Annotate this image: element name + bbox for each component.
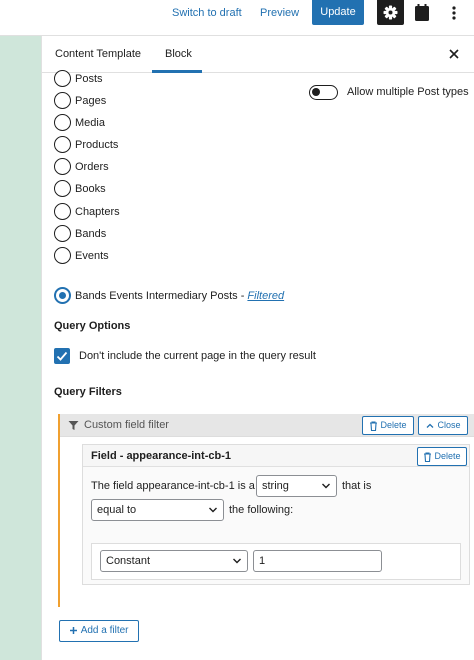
sidebar-tabs: Content Template Block [42, 36, 474, 73]
allow-multiple-post-types-label: Allow multiple Post types [347, 86, 469, 98]
filtered-link[interactable]: Filtered [247, 290, 284, 302]
chevron-down-icon [209, 507, 217, 513]
radio-button[interactable] [54, 136, 71, 153]
selected-type-label: Bands Events Intermediary Posts [75, 290, 238, 302]
query-options-title: Query Options [54, 320, 131, 332]
close-icon [449, 49, 459, 59]
radio-button-checked[interactable] [54, 287, 71, 304]
query-filters-title: Query Filters [54, 386, 122, 398]
active-tab-indicator [152, 70, 202, 73]
radio-label: Orders [75, 161, 109, 173]
plus-icon [70, 626, 78, 634]
radio-button[interactable] [54, 180, 71, 197]
toggle-knob [312, 88, 320, 96]
field-sentence-prefix: The field appearance-int-cb-1 is a [91, 480, 255, 492]
editor-canvas-edge [0, 36, 41, 660]
radio-button[interactable] [54, 225, 71, 242]
field-type-value: string [262, 480, 289, 492]
update-button[interactable]: Update [312, 0, 364, 25]
radio-label: Products [75, 139, 119, 151]
funnel-icon [68, 421, 79, 430]
radio-button[interactable] [54, 114, 71, 131]
add-filter-label: Add a filter [80, 625, 129, 636]
field-header: Field - appearance-int-cb-1 Delete [83, 445, 469, 467]
chevron-down-icon [322, 483, 330, 489]
field-condition-box: Field - appearance-int-cb-1 Delete The f… [82, 444, 470, 585]
exclude-current-page-checkbox[interactable] [54, 348, 70, 364]
comparison-select[interactable]: equal to [91, 499, 224, 521]
radio-label: Chapters [75, 206, 120, 218]
radio-button[interactable] [54, 247, 71, 264]
more-vertical-icon [452, 6, 456, 20]
more-options-button[interactable] [446, 2, 462, 24]
filter-delete-button[interactable]: Delete [362, 416, 414, 435]
filter-title: Custom field filter [84, 419, 169, 431]
preview-button[interactable]: Preview [260, 0, 299, 26]
radio-button[interactable] [54, 70, 71, 87]
allow-multiple-post-types-toggle[interactable] [309, 85, 338, 100]
radio-label: Bands [75, 228, 107, 240]
editor-top-bar: Switch to draft Preview Update [0, 0, 474, 36]
radio-label: Books [75, 183, 106, 195]
value-input-text: 1 [259, 555, 266, 567]
radio-button[interactable] [54, 203, 71, 220]
calendar-button[interactable] [412, 2, 432, 24]
radio-label: Events [75, 250, 109, 262]
custom-field-filter-panel: Custom field filter Delete Close Field -… [58, 414, 474, 607]
field-type-select[interactable]: string [256, 475, 337, 497]
value-input[interactable]: 1 [253, 550, 382, 572]
close-sidebar-button[interactable] [446, 46, 462, 62]
filter-close-label: Close [437, 420, 461, 430]
filter-header: Custom field filter Delete Close [60, 414, 474, 437]
radio-button[interactable] [54, 92, 71, 109]
comparison-value: equal to [97, 504, 137, 516]
chevron-up-icon [426, 423, 434, 428]
field-delete-label: Delete [434, 451, 461, 461]
filter-delete-label: Delete [380, 420, 407, 430]
value-source-value: Constant [106, 555, 151, 567]
radio-label: Pages [75, 95, 107, 107]
settings-button[interactable] [377, 0, 404, 25]
radio-label: Bands Events Intermediary Posts - Filter… [75, 286, 284, 306]
tab-content-template[interactable]: Content Template [55, 36, 141, 73]
switch-to-draft-button[interactable]: Switch to draft [172, 0, 242, 26]
filter-close-button[interactable]: Close [418, 416, 468, 435]
radio-button[interactable] [54, 158, 71, 175]
calendar-icon [415, 4, 429, 21]
settings-sidebar: Content Template Block Posts Pages Media… [41, 36, 474, 660]
trash-icon [370, 421, 377, 431]
chevron-down-icon [233, 558, 241, 564]
field-delete-button[interactable]: Delete [417, 447, 467, 466]
field-sentence-suffix: the following: [229, 504, 294, 516]
add-filter-button[interactable]: Add a filter [59, 620, 139, 642]
value-source-select[interactable]: Constant [100, 550, 248, 572]
radio-label: Posts [75, 73, 103, 85]
selected-type-separator: - [237, 290, 248, 302]
trash-icon [424, 452, 431, 462]
value-box: Constant 1 [91, 543, 461, 580]
field-sentence-mid: that is [342, 480, 372, 492]
exclude-current-page-label: Don't include the current page in the qu… [79, 350, 316, 362]
field-title: Field - appearance-int-cb-1 [91, 450, 231, 462]
tab-block[interactable]: Block [165, 36, 192, 73]
radio-label: Media [75, 117, 105, 129]
checkmark-icon [56, 351, 68, 361]
gear-icon [383, 5, 398, 20]
